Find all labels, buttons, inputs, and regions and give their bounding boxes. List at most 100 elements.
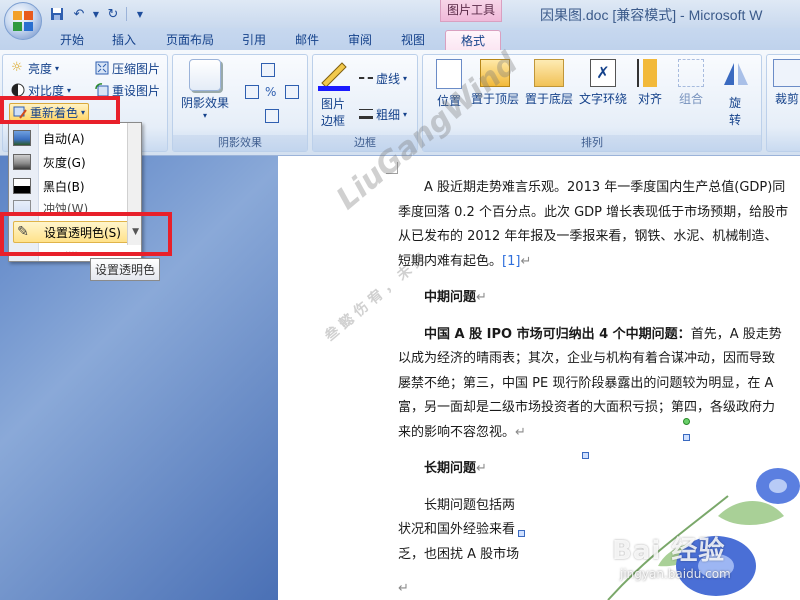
tab-format[interactable]: 格式 — [445, 30, 501, 50]
picture-border-button[interactable]: 图片 边框 — [315, 59, 351, 129]
recolor-blackwhite-label: 黑白(B) — [43, 179, 85, 194]
qat-separator — [126, 7, 127, 21]
brightness-label: 亮度 — [28, 61, 53, 76]
dashes-icon — [359, 77, 373, 79]
send-to-back-icon — [534, 59, 564, 87]
picture-border-icon — [316, 59, 350, 91]
rotate-button[interactable]: 旋 转 — [715, 59, 755, 128]
ribbon-tabs: 开始 插入 页面布局 引用 邮件 审阅 视图 格式 — [0, 28, 800, 50]
shadow-effects-group-label: 阴影效果 — [173, 135, 307, 151]
undo-dropdown-icon[interactable]: ▼ — [92, 5, 100, 23]
picture-tools-label: 图片工具 — [440, 0, 502, 22]
shadow-effects-label: 阴影效果 — [180, 96, 229, 110]
align-button[interactable]: 对齐 — [631, 59, 669, 107]
crop-label: 裁剪 — [774, 92, 799, 106]
recolor-grayscale-item[interactable]: 灰度(G) — [13, 151, 127, 173]
contrast-icon — [11, 83, 25, 97]
rotate-label-1: 旋 — [728, 96, 741, 110]
footnote-ref[interactable]: [1] — [502, 254, 520, 269]
para1-line: 季度回落 0.2 个百分点。此次 GDP 增长表现低于市场预期，给股市 — [398, 204, 789, 220]
resize-handle[interactable] — [683, 434, 690, 441]
dashes-dropdown-icon: ▾ — [403, 73, 408, 83]
para1-line: A 股近期走势难言乐观。2013 年一季度国内生产总值(GDP)同 — [424, 180, 786, 195]
nudge-shadow-left-icon[interactable] — [245, 85, 259, 99]
para1-line: 短期内难有起色。[1]↵ — [398, 253, 532, 269]
para1-line: 从已发布的 2012 年年报及一季报来看，钢铁、水泥、机械制造、 — [398, 229, 778, 244]
nudge-shadow-right-icon[interactable] — [285, 85, 299, 99]
weight-label: 粗细 — [376, 107, 401, 122]
send-to-back-label: 置于底层 — [524, 92, 573, 106]
dashes-button[interactable]: 虚线 ▾ — [359, 69, 407, 87]
recolor-blackwhite-item[interactable]: 黑白(B) — [13, 175, 127, 197]
dashes-label: 虚线 — [376, 71, 401, 86]
blackwhite-swatch-icon — [13, 178, 31, 194]
shadow-effects-group: 阴影效果 ▾ % 阴影效果 — [172, 54, 308, 152]
group-label: 组合 — [678, 92, 703, 106]
crop-button[interactable]: 裁剪 — [769, 59, 800, 107]
group-button[interactable]: 组合 — [671, 59, 711, 107]
auto-color-swatch-icon — [13, 130, 31, 146]
set-transparent-highlight-box — [0, 212, 172, 256]
recolor-highlight-box — [0, 96, 120, 124]
recolor-auto-item[interactable]: 自动(A) — [13, 127, 127, 149]
resize-handle[interactable] — [582, 452, 589, 459]
brightness-dropdown-icon: ▾ — [55, 63, 60, 73]
para2-line: 来的影响不容忽视。↵ — [398, 424, 526, 440]
heading-mid-term: 中期问题↵ — [424, 290, 487, 305]
para2-line: 以成为经济的晴雨表；其次，企业与机构有着合谋冲动，因而导致 — [398, 351, 776, 366]
arrange-group-label: 排列 — [423, 135, 761, 151]
rotate-handle[interactable] — [683, 418, 690, 425]
rotate-label-2: 转 — [728, 113, 741, 127]
compress-icon — [95, 61, 109, 75]
baidu-jingyan-watermark: Bai 经验 jingyan.baidu.com — [612, 530, 731, 581]
nudge-shadow-down-icon[interactable] — [265, 109, 279, 123]
baidu-url: jingyan.baidu.com — [620, 567, 731, 581]
resize-handle[interactable] — [518, 530, 525, 537]
brightness-icon: ☼ — [11, 60, 23, 75]
save-icon[interactable] — [48, 5, 66, 23]
shadow-toggle-icon[interactable]: % — [265, 85, 279, 99]
customize-qat-icon[interactable]: ▼ — [131, 5, 149, 23]
weight-dropdown-icon: ▾ — [403, 109, 408, 119]
shadow-effects-button[interactable]: 阴影效果 ▾ — [177, 59, 233, 120]
weight-button[interactable]: 粗细 ▾ — [359, 105, 407, 123]
window-title: 因果图.doc [兼容模式] - Microsoft W — [540, 7, 763, 23]
baidu-logo-text: Bai 经验 — [612, 536, 726, 566]
reset-picture-icon — [95, 83, 109, 97]
picture-border-label-2: 边框 — [320, 114, 345, 128]
quick-access-toolbar: ↶ ▼ ↻ ▼ — [48, 4, 149, 24]
compress-pictures-button[interactable]: 压缩图片 — [95, 59, 160, 77]
tab-page-layout[interactable]: 页面布局 — [158, 30, 222, 50]
tab-view[interactable]: 视图 — [393, 30, 433, 50]
text-wrapping-icon: ✗ — [590, 59, 616, 87]
compress-label: 压缩图片 — [112, 61, 161, 76]
para2-line: 屡禁不绝；第三，中国 PE 现行阶段暴露出的问题较为明显，在 A — [398, 375, 774, 391]
office-logo-icon — [13, 11, 33, 31]
text-wrapping-button[interactable]: ✗ 文字环绕 — [577, 59, 629, 107]
paragraph-mark: ↵ — [520, 253, 532, 269]
align-label: 对齐 — [637, 92, 662, 106]
set-transparent-color-tooltip: 设置透明色 — [90, 258, 161, 281]
crop-icon — [773, 59, 800, 87]
tab-mailings[interactable]: 邮件 — [287, 30, 327, 50]
tab-references[interactable]: 引用 — [234, 30, 274, 50]
rotate-icon — [719, 59, 751, 91]
tab-review[interactable]: 审阅 — [340, 30, 380, 50]
text-wrapping-label: 文字环绕 — [578, 92, 627, 106]
shadow-effects-icon — [189, 59, 221, 91]
group-icon — [678, 59, 704, 87]
recolor-auto-label: 自动(A) — [43, 131, 85, 146]
send-to-back-button[interactable]: 置于底层 — [523, 59, 575, 107]
tab-insert[interactable]: 插入 — [104, 30, 144, 50]
undo-icon[interactable]: ↶ — [70, 5, 88, 23]
brightness-button[interactable]: ☼ 亮度 ▾ — [11, 59, 59, 77]
size-group: 裁剪 — [766, 54, 800, 152]
office-button[interactable] — [4, 2, 42, 40]
redo-icon[interactable]: ↻ — [104, 5, 122, 23]
shadow-effects-dropdown-icon: ▾ — [202, 111, 207, 120]
nudge-shadow-up-icon[interactable] — [261, 63, 275, 77]
weight-icon — [359, 109, 373, 119]
tab-home[interactable]: 开始 — [52, 30, 92, 50]
